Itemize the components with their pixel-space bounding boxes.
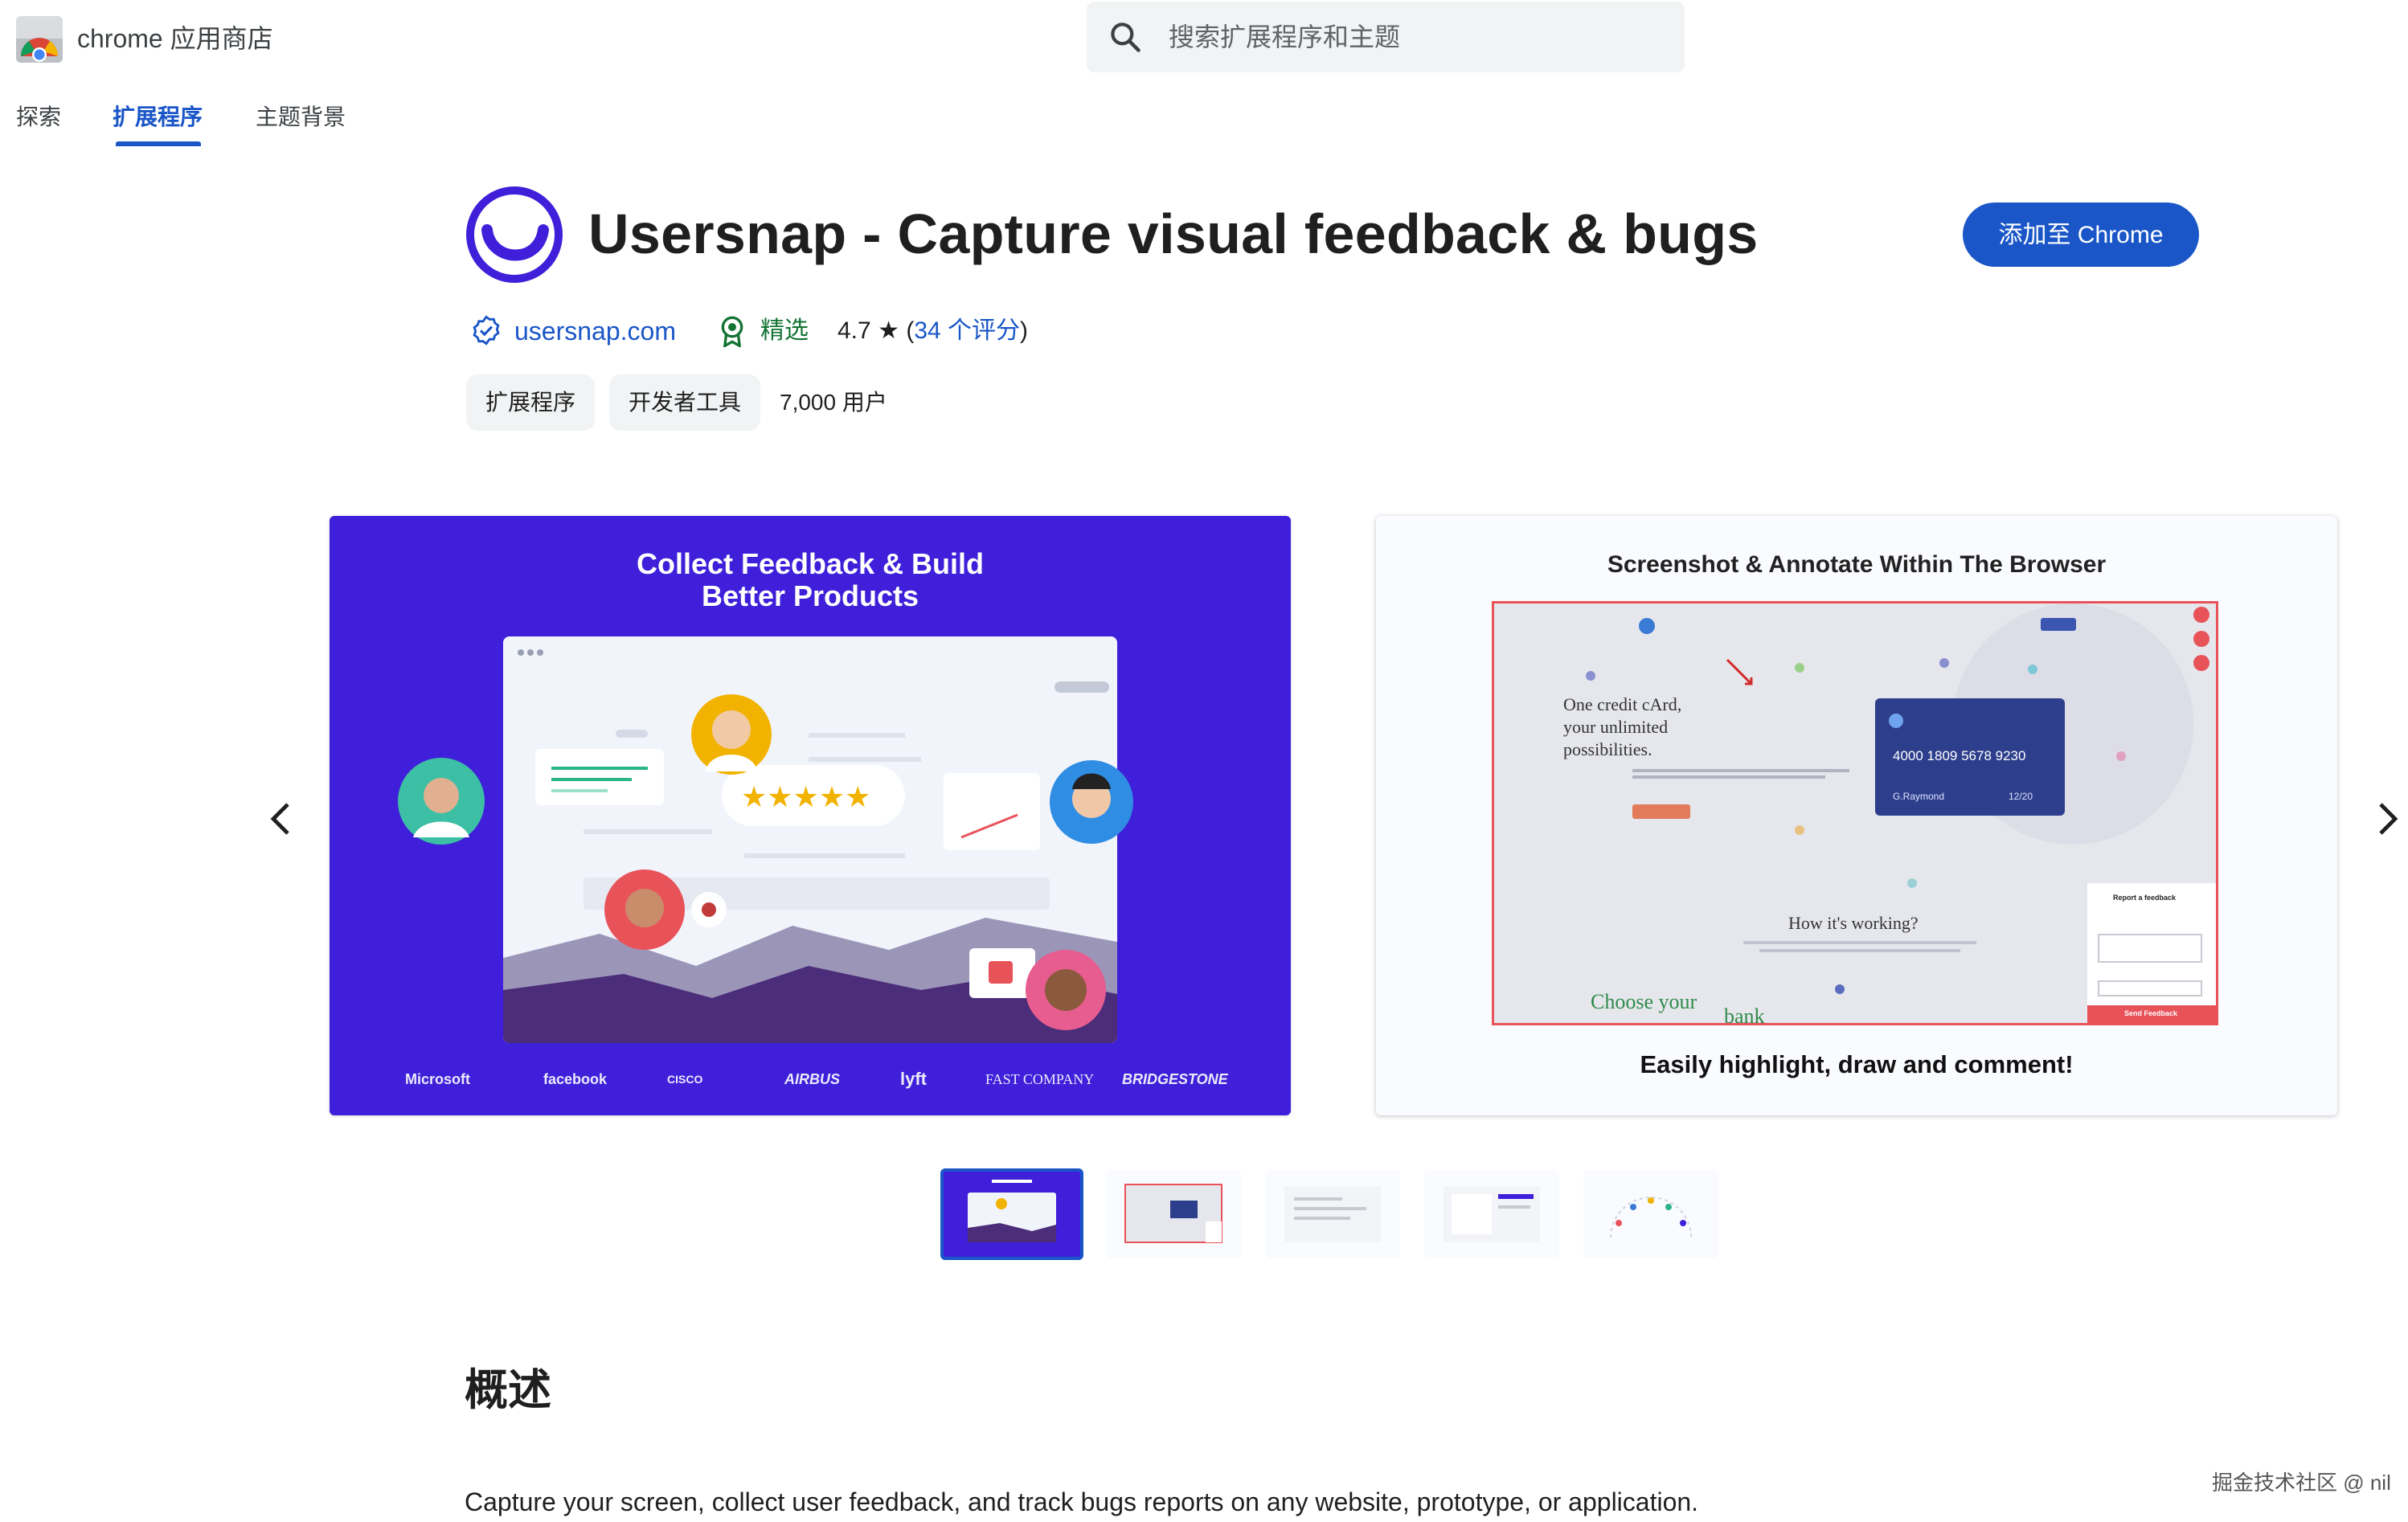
category-chip-developer-tools[interactable]: 开发者工具	[609, 374, 760, 431]
thumbnail-2[interactable]	[1106, 1170, 1241, 1258]
tab-explore[interactable]: 探索	[16, 100, 61, 135]
slide-title: Collect Feedback & Build Better Products	[330, 548, 1291, 612]
mock-choose-text: Choose your	[1591, 990, 1697, 1013]
extension-title: Usersnap - Capture visual feedback & bug…	[588, 203, 1759, 265]
thumbnail-5[interactable]	[1583, 1170, 1718, 1258]
customer-logos: Microsoft facebook CISCO AIRBUS lyft FAS…	[330, 1059, 1291, 1099]
logo-cisco: CISCO	[667, 1073, 703, 1086]
slide-title: Screenshot & Annotate Within The Browser	[1607, 551, 2107, 578]
logo-fast-company: FAST COMPANY	[985, 1071, 1095, 1087]
thumbnail-4[interactable]	[1424, 1170, 1559, 1258]
usersnap-logo-icon	[465, 185, 564, 284]
chrome-webstore-logo[interactable]	[16, 16, 63, 63]
rating-value: 4.7	[837, 317, 871, 344]
search-icon[interactable]	[1108, 19, 1143, 55]
screenshot-slide-1[interactable]: Collect Feedback & Build Better Products…	[330, 516, 1291, 1115]
slide-title-line-1: Collect Feedback & Build	[636, 547, 985, 580]
logo-bridgestone: BRIDGESTONE	[1122, 1071, 1228, 1087]
annotated-website-mock: One credit cArd, your unlimited possibil…	[1492, 601, 2218, 1025]
search-box[interactable]	[1087, 2, 1685, 72]
tab-themes[interactable]: 主题背景	[256, 100, 346, 135]
logo-facebook: facebook	[543, 1071, 608, 1087]
verified-badge-icon	[471, 315, 502, 346]
slide-caption: Easily highlight, draw and comment!	[1640, 1050, 2074, 1078]
tab-extensions[interactable]: 扩展程序	[113, 100, 203, 135]
mock-bank-text: bank	[1724, 1004, 1765, 1025]
watermark: 掘金技术社区 @ nil	[2212, 1471, 2391, 1495]
mock-section-title: How it's working?	[1788, 913, 1919, 933]
category-chip-extensions[interactable]: 扩展程序	[466, 374, 595, 431]
featured-badge-icon	[719, 315, 746, 349]
featured-label: 精选	[760, 317, 809, 344]
mock-headline-line-2: your unlimited	[1563, 717, 1669, 737]
user-count: 7,000 用户	[780, 390, 887, 415]
screenshot-slide-2[interactable]: Screenshot & Annotate Within The Browser	[1376, 516, 2337, 1115]
chevron-right-icon[interactable]	[2371, 799, 2403, 839]
rating-open-paren: (	[906, 317, 915, 344]
svg-text:★★★★★: ★★★★★	[741, 781, 870, 814]
search-input[interactable]	[1169, 2, 1651, 72]
rating-close-paren: )	[1020, 317, 1029, 344]
mock-panel-button: Send Feedback	[2124, 1009, 2178, 1017]
overview-summary: Capture your screen, collect user feedba…	[465, 1487, 1699, 1516]
star-icon: ★	[878, 317, 899, 344]
developer-website-link[interactable]: usersnap.com	[514, 313, 676, 349]
rating-summary: 4.7 ★ (34 个评分)	[837, 313, 1028, 349]
thumbnail-1[interactable]	[940, 1168, 1083, 1260]
mock-card-expiry: 12/20	[2009, 791, 2033, 802]
logo-lyft: lyft	[900, 1069, 927, 1089]
overview-heading: 概述	[465, 1366, 551, 1414]
tab-selected-indicator	[116, 141, 201, 146]
logo-microsoft: Microsoft	[405, 1071, 470, 1087]
thumbnail-3[interactable]	[1265, 1170, 1400, 1258]
avatar-woman-smiling	[1050, 760, 1133, 844]
avatar-man-glasses	[398, 758, 485, 845]
logo-airbus: AIRBUS	[784, 1071, 841, 1087]
slide-title-line-2: Better Products	[701, 579, 919, 612]
add-to-chrome-button[interactable]: 添加至 Chrome	[1963, 203, 2199, 267]
rating-count-link[interactable]: 34 个评分	[914, 317, 1020, 344]
mock-headline-line-1: One credit cArd,	[1563, 694, 1682, 714]
mock-card-name: G.Raymond	[1893, 791, 1945, 802]
mock-card-number: 4000 1809 5678 9230	[1893, 748, 2026, 763]
mock-app-window: ★★★★★	[503, 636, 1117, 1043]
mock-panel-title: Report a feedback	[2113, 894, 2177, 902]
mock-headline-line-3: possibilities.	[1563, 739, 1652, 759]
chevron-left-icon[interactable]	[265, 799, 297, 839]
store-name[interactable]: chrome 应用商店	[77, 18, 273, 59]
